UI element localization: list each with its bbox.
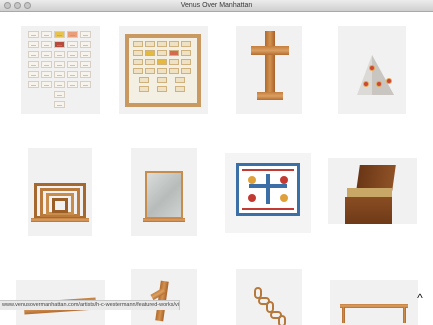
- artwork-tile-table[interactable]: [330, 280, 418, 325]
- artwork-tile-nested-frames[interactable]: [28, 148, 92, 236]
- artwork-tile-collage[interactable]: [21, 26, 100, 114]
- paper-collage-image: [25, 29, 95, 111]
- artwork-tile-chain[interactable]: [236, 269, 302, 325]
- artwork-tile-cross[interactable]: [236, 26, 302, 114]
- chevron-up-icon: ^: [417, 291, 423, 305]
- table-image: [330, 280, 418, 325]
- window-title: Venus Over Manhattan: [180, 2, 253, 9]
- status-bar-url: www.venusovermanhattan.com/artists/h-c-w…: [0, 300, 180, 310]
- artwork-tile-mirror[interactable]: [131, 148, 197, 236]
- artwork-tile-figure[interactable]: [131, 269, 197, 325]
- artwork-grid: [0, 12, 433, 325]
- pyramid-image: [338, 26, 406, 114]
- framed-collage-image: [125, 34, 201, 107]
- chain-image: [236, 269, 302, 325]
- artwork-tile-box[interactable]: [328, 158, 417, 224]
- mirror-image: [131, 148, 197, 236]
- artwork-tile-pyramid[interactable]: [338, 26, 406, 114]
- artwork-tile-quilt[interactable]: [225, 153, 311, 233]
- figure-image: [131, 269, 197, 325]
- box-image: [328, 158, 417, 224]
- nested-frames-image: [28, 148, 92, 236]
- back-to-top-button[interactable]: ^: [413, 291, 427, 305]
- window-titlebar: Venus Over Manhattan: [0, 0, 433, 12]
- cross-image: [236, 26, 302, 114]
- quilt-image: [236, 163, 300, 216]
- artwork-tile-framed-collage[interactable]: [119, 26, 208, 114]
